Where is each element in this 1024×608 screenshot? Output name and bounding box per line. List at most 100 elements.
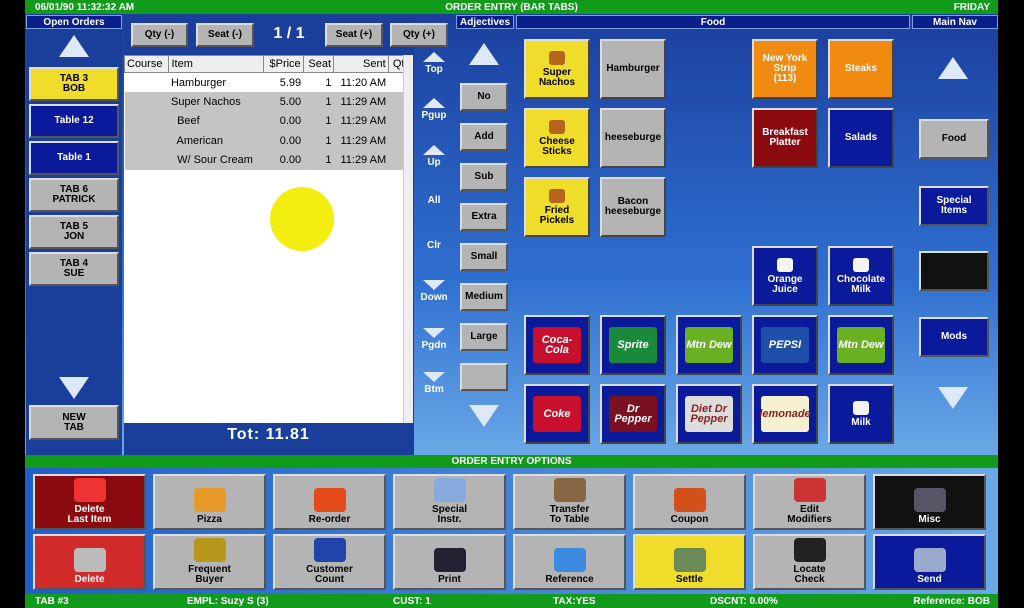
food-item-button[interactable]: Diet Dr Pepper (676, 384, 742, 444)
food-item-button[interactable]: Steaks (828, 39, 894, 99)
scroll-up-button[interactable]: Up (415, 145, 453, 168)
option-label: Re-order (308, 514, 351, 525)
open-order-tab[interactable]: TAB 5 JON (29, 215, 119, 249)
seat-minus-button[interactable]: Seat (-) (196, 23, 254, 47)
nav-down-arrow-icon[interactable] (938, 387, 968, 409)
option-customer-count-button[interactable]: Customer Count (273, 534, 386, 590)
option-special-instr--button[interactable]: Special Instr. (393, 474, 506, 530)
option-label: Frequent Buyer (188, 564, 231, 585)
food-item-button[interactable]: Mtn Dew (828, 315, 894, 375)
food-icon (549, 119, 565, 134)
coupon-icon (673, 488, 706, 512)
open-order-tab[interactable]: TAB 4 SUE (29, 252, 119, 286)
scroll-btm-button[interactable]: Btm (415, 372, 453, 395)
order-cell: Beef (168, 111, 264, 131)
food-item-button[interactable]: Cheese Sticks (524, 108, 590, 168)
food-item-button[interactable]: Chocolate Milk (828, 246, 894, 306)
adjective-button[interactable]: Extra (460, 203, 508, 231)
scroll-pgdn-button[interactable]: Pgdn (415, 328, 453, 351)
adjectives-down-arrow-icon[interactable] (469, 405, 499, 427)
option-frequent-buyer-button[interactable]: Frequent Buyer (153, 534, 266, 590)
nav-up-arrow-icon[interactable] (938, 57, 968, 79)
food-item-button[interactable]: Coca-Cola (524, 315, 590, 375)
open-order-tab[interactable]: TAB 6 PATRICK (29, 178, 119, 212)
food-item-button[interactable]: Dr Pepper (600, 384, 666, 444)
qty-plus-button[interactable]: Qty (+) (390, 23, 448, 47)
option-print-button[interactable]: Print (393, 534, 506, 590)
order-row[interactable]: American 0.00 1 11:29 AM (124, 131, 413, 151)
food-item-button[interactable]: PEPSI (752, 315, 818, 375)
option-delete-button[interactable]: Delete (33, 534, 146, 590)
column-header-seat[interactable]: Seat (302, 55, 335, 73)
seat-plus-button[interactable]: Seat (+) (325, 23, 383, 47)
order-row[interactable]: Super Nachos5.00111:29 AM1 (124, 92, 413, 112)
drink-logo-icon: Coca-Cola (533, 327, 581, 363)
food-item-button[interactable]: Coke (524, 384, 590, 444)
food-item-button[interactable]: Breakfast Platter (752, 108, 818, 168)
food-item-button[interactable]: Hamburger (600, 39, 666, 99)
food-item-button[interactable]: Sprite (600, 315, 666, 375)
column-header-price[interactable]: $Price (262, 55, 304, 73)
order-scrollbar[interactable] (403, 55, 413, 423)
column-header-sent[interactable]: Sent (333, 55, 389, 73)
option-reference-button[interactable]: Reference (513, 534, 626, 590)
option-transfer-to-table-button[interactable]: Transfer To Table (513, 474, 626, 530)
food-item-button[interactable]: Milk (828, 384, 894, 444)
option-settle-button[interactable]: Settle (633, 534, 746, 590)
new-tab-button[interactable]: NEW TAB (29, 405, 119, 440)
qty-minus-button[interactable]: Qty (-) (131, 23, 188, 47)
option-delete-last-item-button[interactable]: Delete Last Item (33, 474, 146, 530)
column-header-item[interactable]: Item (168, 55, 264, 73)
scroll-down-button[interactable]: Down (415, 280, 453, 303)
main-nav-button[interactable]: Food (919, 119, 989, 159)
scroll-clr-button[interactable]: Clr (415, 240, 453, 251)
adjective-button[interactable]: Medium (460, 283, 508, 311)
column-header-course[interactable]: Course (123, 55, 170, 73)
food-item-button[interactable]: New York Strip (113) (752, 39, 818, 99)
scroll-all-button[interactable]: All (415, 195, 453, 206)
main-nav-button[interactable] (919, 251, 989, 291)
order-row[interactable]: W/ Sour Cream 0.00 1 11:29 AM (124, 150, 413, 170)
option-misc-button[interactable]: Misc (873, 474, 986, 530)
order-row[interactable]: Beef 0.00 1 11:29 AM (124, 111, 413, 131)
customer-count-icon (313, 538, 346, 562)
adjective-button[interactable]: No (460, 83, 508, 111)
food-item-button[interactable]: Bacon heeseburge (600, 177, 666, 237)
option-label: Special Instr. (431, 504, 468, 525)
scroll-label: Btm (424, 384, 444, 395)
open-order-tab[interactable]: Table 12 (29, 104, 119, 138)
adjective-button[interactable]: Large (460, 323, 508, 351)
food-item-button[interactable]: Fried Pickels (524, 177, 590, 237)
orders-down-arrow-icon[interactable] (59, 377, 89, 399)
open-order-tab[interactable]: TAB 3 BOB (29, 67, 119, 101)
adjective-button[interactable]: Sub (460, 163, 508, 191)
option-locate-check-button[interactable]: Locate Check (753, 534, 866, 590)
option-coupon-button[interactable]: Coupon (633, 474, 746, 530)
adjective-button[interactable]: Add (460, 123, 508, 151)
adjective-button[interactable] (460, 363, 508, 391)
status-customers: CUST: 1 (393, 595, 431, 607)
scroll-top-button[interactable]: Top (415, 52, 453, 75)
food-item-button[interactable]: Orange Juice (752, 246, 818, 306)
food-item-button[interactable]: Mtn Dew (676, 315, 742, 375)
main-nav-button[interactable]: Mods (919, 317, 989, 357)
adjective-button[interactable]: Small (460, 243, 508, 271)
option-send-button[interactable]: Send (873, 534, 986, 590)
scroll-pgup-button[interactable]: Pgup (415, 98, 453, 121)
order-cell: W/ Sour Cream (168, 150, 264, 170)
orders-up-arrow-icon[interactable] (59, 35, 89, 57)
food-item-button[interactable]: Salads (828, 108, 894, 168)
food-item-button[interactable]: Super Nachos (524, 39, 590, 99)
food-item-button[interactable]: lemonade (752, 384, 818, 444)
adjectives-panel: Adjectives No Add Sub Extra Small Medium Large (456, 15, 514, 455)
locate-check-icon (793, 538, 826, 562)
food-item-button[interactable]: heeseburge (600, 108, 666, 168)
option-pizza-button[interactable]: Pizza (153, 474, 266, 530)
open-order-tab[interactable]: Table 1 (29, 141, 119, 175)
option-re-order-button[interactable]: Re-order (273, 474, 386, 530)
main-nav-button[interactable]: Special Items (919, 186, 989, 226)
order-row[interactable]: Hamburger5.99111:20 AM1 (125, 73, 413, 93)
top-bar: 06/01/90 11:32:32 AM ORDER ENTRY (BAR TA… (25, 0, 998, 14)
adjectives-up-arrow-icon[interactable] (469, 43, 499, 65)
option-edit-modifiers-button[interactable]: Edit Modifiers (753, 474, 866, 530)
